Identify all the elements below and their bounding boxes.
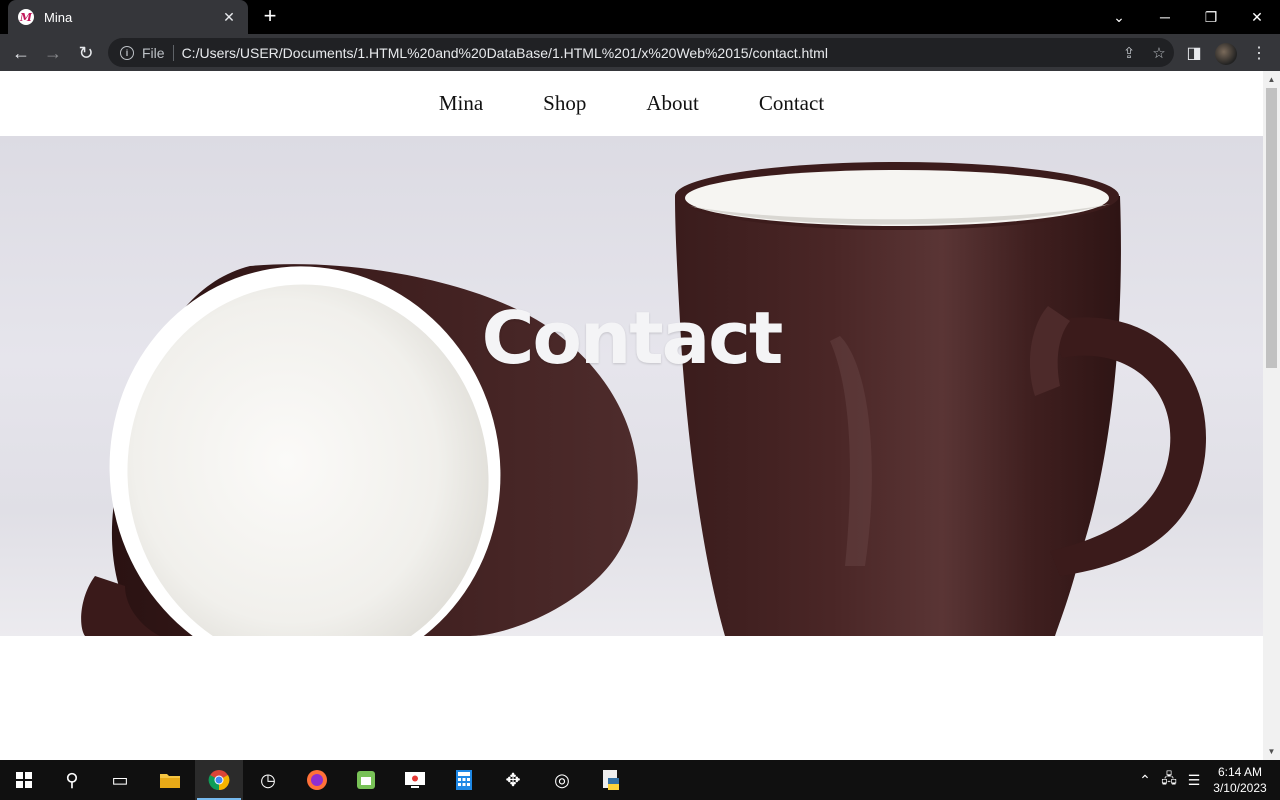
clock-app-icon[interactable]: ◷	[244, 760, 292, 800]
scrollbar-thumb[interactable]	[1266, 88, 1277, 368]
url-text[interactable]: C:/Users/USER/Documents/1.HTML%20and%20D…	[182, 45, 1114, 61]
nav-link-mina[interactable]: Mina	[409, 91, 513, 116]
browser-toolbar: ← → ↻ i File C:/Users/USER/Documents/1.H…	[0, 34, 1280, 71]
task-view-icon[interactable]: ▭	[96, 760, 144, 800]
start-windows-icon[interactable]	[0, 760, 48, 800]
side-panel-icon[interactable]: ◨	[1181, 40, 1207, 66]
forward-button[interactable]: →	[40, 40, 66, 66]
avatar	[1215, 43, 1237, 65]
back-button[interactable]: ←	[8, 40, 34, 66]
nav-link-contact[interactable]: Contact	[729, 91, 854, 116]
site-navigation: Mina Shop About Contact	[0, 71, 1263, 136]
bookmark-star-icon[interactable]: ☆	[1144, 44, 1174, 62]
python-icon[interactable]	[587, 760, 635, 800]
hero-banner: Contact	[0, 136, 1263, 636]
calculator-icon[interactable]	[440, 760, 488, 800]
scheme-label: File	[142, 44, 165, 61]
tab-strip: M Mina ✕ + ⌄ ─ ❐ ✕	[0, 0, 1280, 34]
new-tab-button[interactable]: +	[258, 5, 282, 29]
page-viewport: Mina Shop About Contact Contact ▲ ▼	[0, 71, 1280, 760]
restore-button[interactable]: ❐	[1188, 0, 1234, 34]
reload-button[interactable]: ↻	[73, 40, 99, 66]
network-icon[interactable]: 🖧	[1158, 760, 1180, 800]
address-bar[interactable]: i File C:/Users/USER/Documents/1.HTML%20…	[108, 38, 1174, 67]
minimize-button[interactable]: ─	[1142, 0, 1188, 34]
file-explorer-icon[interactable]	[146, 760, 194, 800]
scroll-up-icon[interactable]: ▲	[1263, 71, 1280, 88]
hero-title: Contact	[481, 296, 784, 380]
firefox-icon[interactable]	[293, 760, 341, 800]
nav-link-about[interactable]: About	[616, 91, 729, 116]
site-favicon-icon: M	[18, 9, 34, 25]
menu-kebab-icon[interactable]: ⋮	[1246, 40, 1272, 66]
obs-icon[interactable]: ◎	[538, 760, 586, 800]
tab-search-icon[interactable]: ⌄	[1096, 0, 1142, 34]
close-window-button[interactable]: ✕	[1234, 0, 1280, 34]
page-scrollbar[interactable]: ▲ ▼	[1263, 71, 1280, 760]
scroll-down-icon[interactable]: ▼	[1263, 743, 1280, 760]
clock-date: 3/10/2023	[1213, 781, 1267, 795]
browser-tab[interactable]: M Mina ✕	[8, 0, 248, 34]
address-separator	[172, 44, 174, 61]
game-controller-icon[interactable]: ✥	[489, 760, 537, 800]
system-clock[interactable]: 6:14 AM 3/10/2023	[1208, 764, 1272, 796]
tab-close-icon[interactable]: ✕	[220, 8, 238, 26]
notifications-icon[interactable]: ☰	[1183, 760, 1205, 800]
mugs-photo	[81, 162, 1207, 636]
windows-taskbar: ⚲ ▭ ◷ ✥ ◎ ⌃ 🖧 ☰ 6:14 AM 3/10/2023	[0, 760, 1280, 800]
screen-recorder-icon[interactable]	[391, 760, 439, 800]
android-studio-icon[interactable]	[342, 760, 390, 800]
search-icon[interactable]: ⚲	[48, 760, 96, 800]
share-icon[interactable]: ⇪	[1114, 44, 1144, 62]
tab-title: Mina	[44, 9, 73, 25]
nav-link-shop[interactable]: Shop	[513, 91, 616, 116]
clock-time: 6:14 AM	[1217, 765, 1263, 779]
site-info-icon[interactable]: i	[120, 45, 134, 60]
tray-chevron-up-icon[interactable]: ⌃	[1136, 760, 1154, 800]
chrome-icon[interactable]	[195, 760, 243, 800]
profile-avatar[interactable]	[1213, 40, 1239, 66]
